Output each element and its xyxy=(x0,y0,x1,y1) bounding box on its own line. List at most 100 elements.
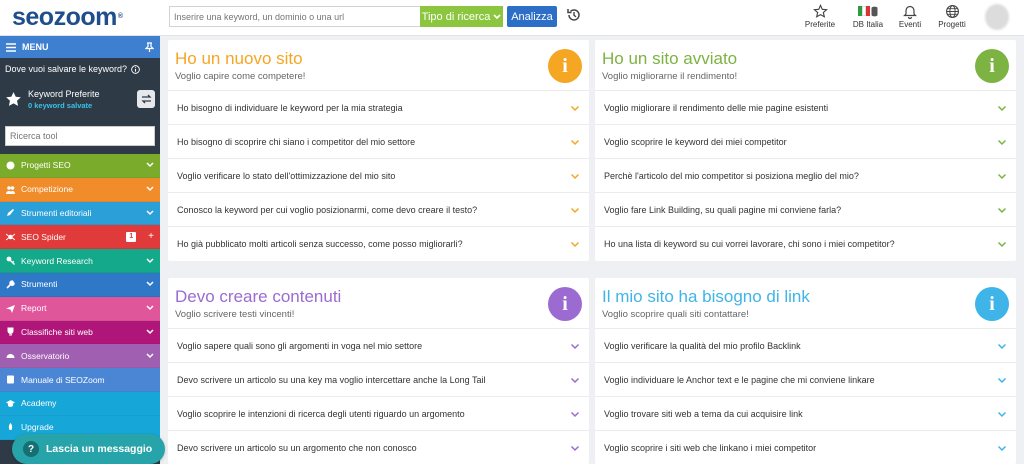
sidebar-item-classifiche-siti-web[interactable]: Classifiche siti web xyxy=(0,320,160,345)
favorites-count: 0 keyword salvate xyxy=(28,100,93,110)
sidebar-item-label: Strumenti xyxy=(21,279,58,290)
chevron-down-icon xyxy=(570,207,580,213)
question-item[interactable]: Voglio fare Link Building, su quali pagi… xyxy=(595,192,1016,226)
question-item[interactable]: Voglio trovare siti web a tema da cui ac… xyxy=(595,396,1016,430)
seozoom-logo[interactable]: seozoom® xyxy=(12,5,123,30)
chevron-down-icon xyxy=(997,411,1007,417)
sidebar-item-label: SEO Spider xyxy=(21,231,66,242)
sidebar-item-label: Keyword Research xyxy=(21,255,93,266)
menu-header[interactable]: MENU xyxy=(0,36,160,58)
swap-icon xyxy=(140,94,152,104)
card-need-links: Il mio sito ha bisogno di link Voglio sco… xyxy=(595,278,1016,464)
question-item[interactable]: Voglio migliorare il rendimento delle mi… xyxy=(595,90,1016,124)
favorites-title: Keyword Preferite xyxy=(28,88,100,99)
sidebar-item-label: Competizione xyxy=(21,184,73,195)
question-item[interactable]: Voglio verificare la qualità del mio pro… xyxy=(595,328,1016,362)
tool-search-input[interactable] xyxy=(5,126,155,146)
bell-icon xyxy=(903,5,917,19)
star-icon xyxy=(812,3,828,18)
question-item[interactable]: Voglio scoprire i siti web che linkano i… xyxy=(595,430,1016,464)
sidebar-item-label: Academy xyxy=(21,398,57,409)
question-item[interactable]: Voglio sapere quali sono gli argomenti i… xyxy=(168,328,589,362)
sidebar-item-report[interactable]: Report xyxy=(0,296,160,321)
book-icon xyxy=(7,375,14,384)
question-item[interactable]: Perchè l'articolo del mio competitor si … xyxy=(595,158,1016,192)
favorites-label: Preferite xyxy=(804,20,836,29)
card-title: Devo creare contenuti xyxy=(175,287,342,306)
question-item[interactable]: Ho bisogno di scoprire chi siano i compe… xyxy=(168,124,589,158)
chevron-down-icon xyxy=(146,186,154,192)
question-text: Voglio scoprire i siti web che linkano i… xyxy=(604,442,817,453)
card-create-content: Devo creare contenuti Voglio scrivere tes… xyxy=(168,278,589,464)
chevron-down-icon xyxy=(146,281,154,287)
question-item[interactable]: Voglio individuare le Anchor text e le p… xyxy=(595,362,1016,396)
chevron-down-icon xyxy=(146,329,154,335)
chevron-down-icon xyxy=(570,173,580,179)
info-icon: i xyxy=(548,287,582,321)
italy-flag-db-icon xyxy=(850,3,886,19)
info-icon[interactable] xyxy=(131,64,140,74)
sidebar-item-strumenti-editoriali[interactable]: Strumenti editoriali xyxy=(0,201,160,226)
sidebar-item-keyword-research[interactable]: Keyword Research xyxy=(0,249,160,273)
analyze-button[interactable]: Analizza xyxy=(507,6,557,27)
question-item[interactable]: Devo scrivere un articolo su una key ma … xyxy=(168,362,589,396)
question-item[interactable]: Voglio verificare lo stato dell'ottimizz… xyxy=(168,158,589,192)
card-subtitle: Voglio migliorarne il rendimento! xyxy=(602,71,738,82)
chevron-down-icon xyxy=(493,13,501,19)
sidebar-item-progetti-seo[interactable]: Progetti SEO xyxy=(0,154,160,178)
chevron-down-icon xyxy=(146,353,154,358)
sidebar-item-osservatorio[interactable]: Osservatorio xyxy=(0,344,160,369)
sidebar-item-label: Manuale di SEOZoom xyxy=(21,374,105,385)
question-item[interactable]: Conosco la keyword per cui voglio posizi… xyxy=(168,192,589,226)
top-bar: seozoom® Tipo di ricerca Analizza Prefer… xyxy=(0,0,1024,36)
question-text: Ho già pubblicato molti articoli senza s… xyxy=(177,238,463,249)
sidebar-item-seo-spider[interactable]: SEO Spider 1 + xyxy=(0,225,160,250)
question-item[interactable]: Devo scrivere un articolo su un argoment… xyxy=(168,430,589,464)
hamburger-icon[interactable] xyxy=(6,42,16,52)
chevron-down-icon xyxy=(997,241,1007,247)
card-subtitle: Voglio capire come competere! xyxy=(175,71,306,82)
history-icon[interactable] xyxy=(566,7,582,23)
graduation-icon xyxy=(6,399,15,407)
search-type-dropdown[interactable]: Tipo di ricerca xyxy=(420,6,503,27)
question-text: Ho bisogno di individuare le keyword per… xyxy=(177,102,403,113)
save-keyword-location[interactable]: Dove vuoi salvare le keyword? xyxy=(0,58,160,80)
chevron-down-icon xyxy=(570,241,580,247)
chevron-down-icon xyxy=(997,173,1007,179)
leave-message-button[interactable]: ? Lascia un messaggio xyxy=(12,434,165,464)
question-item[interactable]: Ho bisogno di individuare le keyword per… xyxy=(168,90,589,124)
question-item[interactable]: Voglio scoprire le intenzioni di ricerca… xyxy=(168,396,589,430)
question-item[interactable]: Ho già pubblicato molti articoli senza s… xyxy=(168,226,589,260)
chevron-down-icon xyxy=(997,343,1007,349)
projects-nav[interactable]: Progetti xyxy=(934,3,970,29)
chevron-down-icon xyxy=(570,377,580,383)
spider-icon xyxy=(6,233,15,241)
keyword-favorites[interactable]: Keyword Preferite 0 keyword salvate xyxy=(0,80,160,118)
question-text: Conosco la keyword per cui voglio posizi… xyxy=(177,204,478,215)
search-input[interactable] xyxy=(169,6,420,27)
avatar[interactable] xyxy=(985,4,1009,30)
sidebar-item-academy[interactable]: Academy xyxy=(0,391,160,416)
sidebar-item-competizione[interactable]: Competizione xyxy=(0,177,160,202)
favorites-nav[interactable]: Preferite xyxy=(802,3,838,29)
question-text: Devo scrivere un articolo su una key ma … xyxy=(177,374,486,385)
swap-button[interactable] xyxy=(137,90,155,108)
question-list: Voglio sapere quali sono gli argomenti i… xyxy=(168,328,589,464)
question-item[interactable]: Ho una lista di keyword su cui vorrei la… xyxy=(595,226,1016,260)
question-item[interactable]: Voglio scoprire le keyword dei miei comp… xyxy=(595,124,1016,158)
sidebar-item-manuale-di-seozoom[interactable]: Manuale di SEOZoom xyxy=(0,368,160,392)
db-italia-nav[interactable]: DB Italia xyxy=(850,3,886,29)
question-list: Ho bisogno di individuare le keyword per… xyxy=(168,90,589,260)
card-title: Ho un sito avviato xyxy=(602,49,738,68)
chevron-down-icon xyxy=(570,139,580,145)
chevron-down-icon xyxy=(570,445,580,451)
pin-icon[interactable] xyxy=(145,42,154,52)
events-nav[interactable]: Eventi xyxy=(893,3,927,29)
globe-icon xyxy=(945,4,959,18)
question-text: Voglio sapere quali sono gli argomenti i… xyxy=(177,340,423,351)
question-text: Voglio migliorare il rendimento delle mi… xyxy=(604,102,829,113)
plus-icon[interactable]: + xyxy=(148,231,154,242)
info-icon: i xyxy=(975,287,1009,321)
sidebar-item-strumenti[interactable]: Strumenti xyxy=(0,272,160,297)
question-list: Voglio migliorare il rendimento delle mi… xyxy=(595,90,1016,260)
